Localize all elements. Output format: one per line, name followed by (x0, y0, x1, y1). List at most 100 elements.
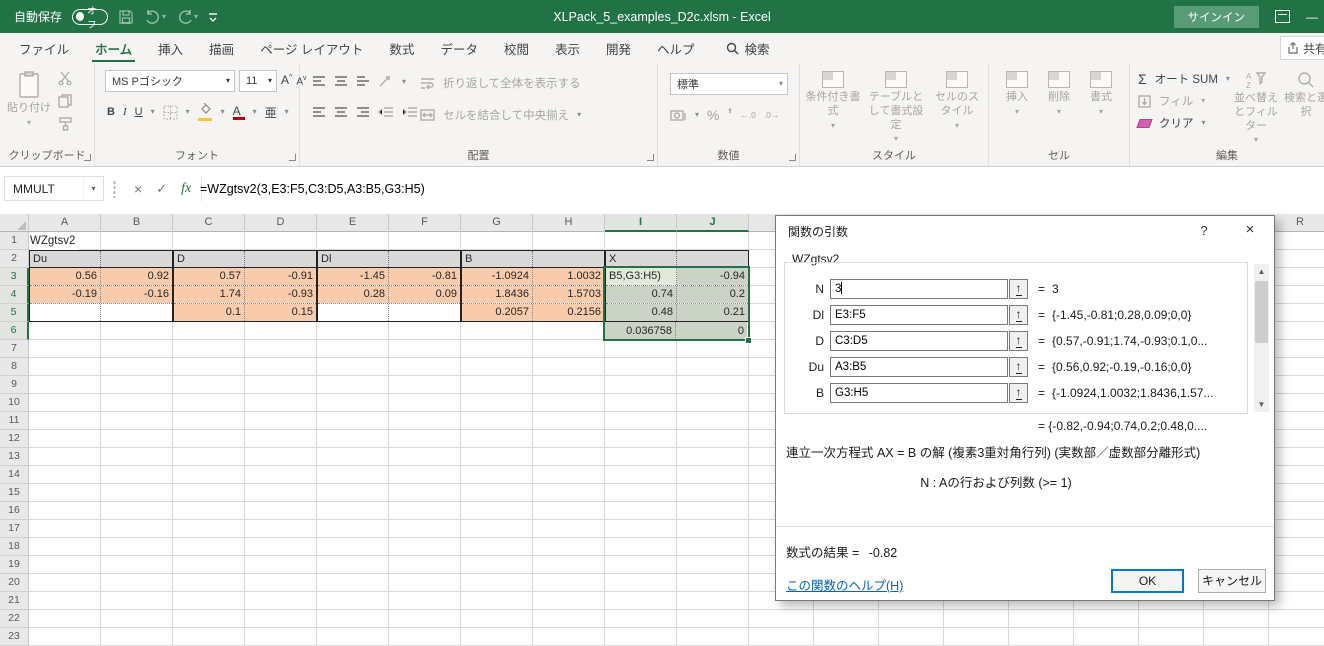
table-header-dl[interactable]: Dl (318, 251, 389, 267)
cell-i4[interactable]: 0.74 (606, 286, 677, 303)
table-header-x[interactable]: X (606, 251, 677, 267)
cut-icon[interactable] (58, 71, 74, 85)
row-header[interactable]: 13 (0, 448, 29, 466)
cell-g3[interactable]: -1.0924 (462, 268, 533, 285)
column-header[interactable]: H (533, 214, 605, 232)
accounting-format-icon[interactable] (670, 109, 687, 122)
save-icon[interactable] (118, 9, 134, 25)
row-header[interactable]: 3 (0, 268, 29, 286)
column-header[interactable]: C (173, 214, 245, 232)
cell-i3-editing[interactable]: B5,G3:H5) (606, 268, 677, 285)
column-header[interactable]: E (317, 214, 389, 232)
cell-e5[interactable] (318, 304, 389, 321)
cell-g5[interactable]: 0.2057 (462, 304, 533, 321)
cell-b5[interactable] (101, 304, 172, 321)
row-header[interactable]: 10 (0, 394, 29, 412)
cell-d4[interactable]: -0.93 (245, 286, 316, 303)
cell-a4[interactable]: -0.19 (30, 286, 101, 303)
align-top-icon[interactable] (312, 76, 326, 88)
column-header[interactable]: R (1268, 214, 1324, 232)
ribbon-tab[interactable]: 開発 (593, 33, 644, 63)
sort-filter-button[interactable]: A Z 並べ替えとフィルター ▾ (1230, 63, 1282, 144)
orientation-icon[interactable] (378, 75, 394, 88)
scroll-up-icon[interactable]: ▲ (1254, 264, 1269, 279)
font-dialog-launcher-icon[interactable] (289, 154, 296, 161)
row-header[interactable]: 14 (0, 466, 29, 484)
name-box[interactable]: MMULT ▾ (4, 176, 104, 201)
row-header[interactable]: 15 (0, 484, 29, 502)
increase-indent-icon[interactable] (402, 107, 418, 119)
formula-bar-handle[interactable] (113, 180, 116, 198)
row-header[interactable]: 5 (0, 304, 29, 322)
italic-button[interactable]: I (123, 106, 127, 118)
phonetic-guide-button[interactable]: 亜 (265, 104, 277, 121)
row-header[interactable]: 20 (0, 574, 29, 592)
column-header[interactable]: I (605, 214, 677, 232)
row-header[interactable]: 22 (0, 610, 29, 628)
align-bottom-icon[interactable] (356, 76, 370, 88)
cell-e4[interactable]: 0.28 (318, 286, 389, 303)
number-format-combo[interactable]: 標準 ▾ (670, 73, 788, 95)
column-header[interactable]: F (389, 214, 461, 232)
ribbon-tab[interactable]: データ (427, 33, 491, 63)
row-header[interactable]: 8 (0, 358, 29, 376)
find-select-button[interactable]: 検索と選択 (1284, 63, 1324, 120)
font-name-combo[interactable]: MS Pゴシック ▾ (105, 70, 235, 92)
cell-a3[interactable]: 0.56 (30, 268, 101, 285)
row-header[interactable]: 2 (0, 250, 29, 268)
cell-d3[interactable]: -0.91 (245, 268, 316, 285)
row-header[interactable]: 9 (0, 376, 29, 394)
search-box[interactable]: 検索 (726, 39, 770, 58)
cell-h3[interactable]: 1.0032 (533, 268, 604, 285)
bold-button[interactable]: B (107, 106, 115, 118)
table-header-du[interactable]: Du (30, 251, 101, 267)
row-header[interactable]: 11 (0, 412, 29, 430)
range-selector-button[interactable]: ↑ (1009, 357, 1028, 377)
increase-decimal-button[interactable]: ←.0 (740, 110, 756, 120)
range-selector-button[interactable]: ↑ (1009, 383, 1028, 403)
ribbon-tab[interactable]: ファイル (6, 33, 82, 63)
cell-i6[interactable]: 0.036758 (605, 322, 676, 340)
row-header[interactable]: 17 (0, 520, 29, 538)
grow-font-button[interactable]: A^ (281, 70, 292, 92)
scroll-down-icon[interactable]: ▼ (1254, 397, 1269, 412)
cell-f5[interactable] (389, 304, 460, 321)
column-header[interactable]: J (677, 214, 749, 232)
cell-j4[interactable]: 0.2 (677, 286, 748, 303)
cell-a1[interactable]: WZgtsv2 (30, 233, 79, 250)
wrap-text-button[interactable]: 折り返して全体を表示する (443, 75, 581, 91)
insert-cells-button[interactable]: 挿入 ▾ (997, 63, 1037, 116)
cell-a5[interactable] (30, 304, 101, 321)
arg-input-d[interactable]: C3:D5 (830, 331, 1008, 351)
row-header[interactable]: 21 (0, 592, 29, 610)
row-header[interactable]: 1 (0, 232, 29, 250)
fill-color-button[interactable] (198, 103, 213, 121)
column-header[interactable]: G (461, 214, 533, 232)
ribbon-tab[interactable]: ページ レイアウト (247, 33, 376, 63)
ribbon-tab[interactable]: 描画 (196, 33, 247, 63)
fill-handle[interactable] (745, 337, 752, 344)
ribbon-tab[interactable]: ホーム (82, 33, 145, 63)
arg-input-dl[interactable]: E3:F5 (830, 305, 1008, 325)
ribbon-tab[interactable]: 校閲 (491, 33, 542, 63)
cell-e3[interactable]: -1.45 (318, 268, 389, 285)
row-header[interactable]: 6 (0, 322, 29, 340)
formula-input[interactable]: =WZgtsv2(3,E3:F5,C3:D5,A3:B5,G3:H5) (200, 176, 425, 201)
cancel-button[interactable]: キャンセル (1198, 569, 1266, 593)
cell-c4[interactable]: 1.74 (174, 286, 245, 303)
cell-b4[interactable]: -0.16 (101, 286, 172, 303)
column-header[interactable]: A (29, 214, 101, 232)
cell-c5[interactable]: 0.1 (174, 304, 245, 321)
ribbon-tab[interactable]: 表示 (542, 33, 593, 63)
cell-h5[interactable]: 0.2156 (533, 304, 604, 321)
decrease-indent-icon[interactable] (378, 107, 394, 119)
align-right-icon[interactable] (356, 107, 370, 119)
dialog-scrollbar[interactable]: ▲ ▼ (1254, 264, 1269, 412)
delete-cells-button[interactable]: 削除 ▾ (1039, 63, 1079, 116)
borders-icon[interactable] (163, 105, 178, 120)
customize-qat-icon[interactable] (208, 11, 218, 23)
table-header-b[interactable]: B (462, 251, 533, 267)
copy-icon[interactable] (58, 94, 74, 108)
share-button[interactable]: 共有 (1280, 36, 1324, 60)
column-header[interactable]: D (245, 214, 317, 232)
